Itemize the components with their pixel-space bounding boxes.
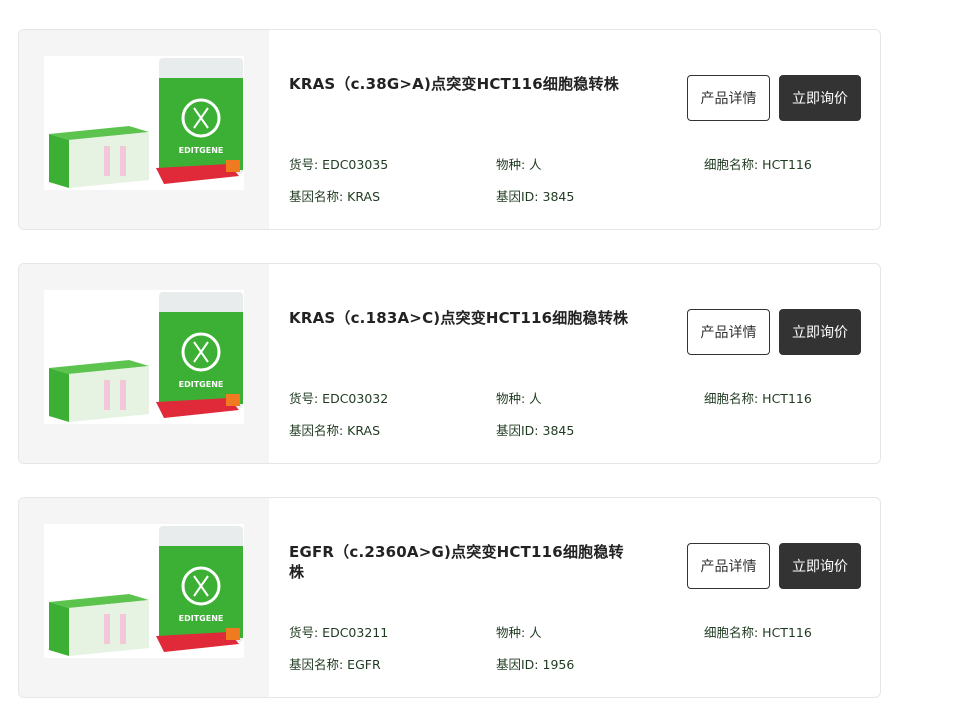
gene-name: 基因名称: KRAS (289, 423, 381, 438)
inquire-now-button[interactable]: 立即询价 (779, 75, 861, 121)
product-list: EDITGENE KRAS（c.38G>A)点突变HCT116细胞稳转株 产品详… (0, 0, 977, 717)
product-photo-icon: EDITGENE (44, 290, 244, 424)
product-image[interactable]: EDITGENE (19, 264, 269, 463)
product-detail-button[interactable]: 产品详情 (687, 543, 770, 589)
gene-name: 基因名称: EGFR (289, 657, 381, 672)
inquire-now-button[interactable]: 立即询价 (779, 543, 861, 589)
species: 物种: 人 (496, 391, 542, 406)
svg-text:EDITGENE: EDITGENE (179, 146, 224, 155)
product-card: EDITGENE KRAS（c.183A>C)点突变HCT116细胞稳转株 产品… (18, 263, 881, 464)
product-image[interactable]: EDITGENE (19, 30, 269, 229)
cell-name: 细胞名称: HCT116 (704, 391, 812, 406)
product-card: EDITGENE KRAS（c.38G>A)点突变HCT116细胞稳转株 产品详… (18, 29, 881, 230)
product-detail-button[interactable]: 产品详情 (687, 309, 770, 355)
svg-text:EDITGENE: EDITGENE (179, 380, 224, 389)
gene-name: 基因名称: KRAS (289, 189, 381, 204)
catalog-number: 货号: EDC03032 (289, 391, 389, 406)
species: 物种: 人 (496, 625, 542, 640)
product-image[interactable]: EDITGENE (19, 498, 269, 697)
gene-id: 基因ID: 3845 (496, 423, 575, 438)
catalog-number: 货号: EDC03211 (289, 625, 389, 640)
cell-name: 细胞名称: HCT116 (704, 625, 812, 640)
product-title[interactable]: KRAS（c.183A>C)点突变HCT116细胞稳转株 (289, 308, 629, 328)
product-title[interactable]: KRAS（c.38G>A)点突变HCT116细胞稳转株 (289, 74, 629, 94)
inquire-now-button[interactable]: 立即询价 (779, 309, 861, 355)
product-detail-button[interactable]: 产品详情 (687, 75, 770, 121)
catalog-number: 货号: EDC03035 (289, 157, 389, 172)
svg-text:EDITGENE: EDITGENE (179, 614, 224, 623)
cell-name: 细胞名称: HCT116 (704, 157, 812, 172)
gene-id: 基因ID: 1956 (496, 657, 575, 672)
product-title[interactable]: EGFR（c.2360A>G)点突变HCT116细胞稳转株 (289, 542, 629, 582)
product-photo-icon: EDITGENE (44, 524, 244, 658)
gene-id: 基因ID: 3845 (496, 189, 575, 204)
species: 物种: 人 (496, 157, 542, 172)
product-card: EDITGENE EGFR（c.2360A>G)点突变HCT116细胞稳转株 产… (18, 497, 881, 698)
product-photo-icon: EDITGENE (44, 56, 244, 190)
